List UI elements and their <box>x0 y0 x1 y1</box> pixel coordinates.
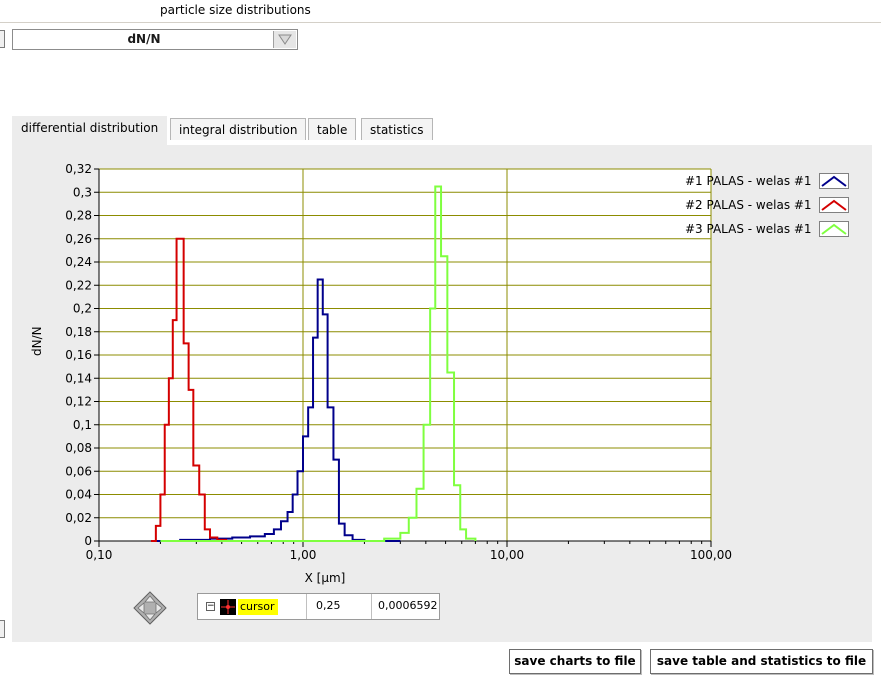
cursor-move-icon[interactable] <box>133 591 167 625</box>
y-tick-label: 0 <box>84 534 92 548</box>
y-axis-label: dN/N <box>30 326 44 356</box>
y-tick-label: 0,24 <box>65 255 92 269</box>
left-edge-control[interactable] <box>0 30 5 48</box>
x-tick-label: 100,00 <box>690 548 732 562</box>
y-tick-label: 0,22 <box>65 278 92 292</box>
save-charts-button[interactable]: save charts to file <box>509 649 641 674</box>
cursor-name[interactable]: cursor <box>238 599 278 615</box>
cursor-legend[interactable]: − cursor 0,25 0,0006592 <box>197 593 440 620</box>
y-tick-label: 0,16 <box>65 348 92 362</box>
y-tick-label: 0,04 <box>65 488 92 502</box>
legend-item-2[interactable]: #2 PALAS - welas #1 <box>685 196 849 214</box>
legend-swatch-3 <box>819 221 849 237</box>
x-tick-label: 10,00 <box>490 548 524 562</box>
title-divider <box>0 22 881 23</box>
legend-label-3: #3 PALAS - welas #1 <box>685 222 812 236</box>
tab-differential-distribution[interactable]: differential distribution <box>12 116 168 146</box>
window-title: particle size distributions <box>160 3 311 17</box>
dropdown-toggle-button[interactable] <box>273 31 296 48</box>
crosshair-icon[interactable] <box>220 599 236 615</box>
x-axis-label: X [µm] <box>305 571 346 585</box>
tab-panel: 0 0,02 0,04 0,06 0,08 0,1 0,12 0,14 0,16 0,18 0,2 0… <box>12 145 872 642</box>
y-tick-label: 0,02 <box>65 511 92 525</box>
series-line-1 <box>151 278 401 542</box>
left-edge-control-lower[interactable] <box>0 620 5 638</box>
legend-item-3[interactable]: #3 PALAS - welas #1 <box>685 220 849 238</box>
y-tick-label: 0,2 <box>73 302 92 316</box>
y-tick-label: 0,12 <box>65 395 92 409</box>
cursor-x-value[interactable]: 0,25 <box>316 599 341 612</box>
series-line-2 <box>151 237 339 542</box>
y-tick-label: 0,26 <box>65 232 92 246</box>
y-tick-label: 0,1 <box>73 418 92 432</box>
collapse-icon[interactable]: − <box>206 602 215 611</box>
legend-label-2: #2 PALAS - welas #1 <box>685 198 812 212</box>
x-tick-label: 0,10 <box>86 548 113 562</box>
legend-label-1: #1 PALAS - welas #1 <box>685 174 812 188</box>
chevron-down-icon <box>278 34 292 45</box>
y-tick-label: 0,08 <box>65 441 92 455</box>
cursor-divider <box>371 594 372 619</box>
tab-integral-distribution[interactable]: integral distribution <box>170 118 307 140</box>
save-table-statistics-button[interactable]: save table and statistics to file <box>650 649 873 674</box>
y-tick-label: 0,14 <box>65 371 92 385</box>
tab-table[interactable]: table <box>308 118 357 140</box>
y-tick-label: 0,32 <box>65 162 92 176</box>
series-line-3 <box>160 185 477 542</box>
legend-swatch-2 <box>819 197 849 213</box>
distribution-select[interactable]: dN/N <box>12 29 298 50</box>
cursor-divider <box>306 594 307 619</box>
x-tick-label: 1,00 <box>290 548 317 562</box>
y-tick-label: 0,06 <box>65 464 92 478</box>
distribution-select-value: dN/N <box>127 32 161 46</box>
y-tick-label: 0,18 <box>65 325 92 339</box>
legend-item-1[interactable]: #1 PALAS - welas #1 <box>685 172 849 190</box>
y-tick-label: 0,3 <box>73 185 92 199</box>
tab-statistics[interactable]: statistics <box>361 118 433 140</box>
cursor-y-value[interactable]: 0,0006592 <box>378 599 438 612</box>
y-tick-label: 0,28 <box>65 209 92 223</box>
legend-swatch-1 <box>819 173 849 189</box>
